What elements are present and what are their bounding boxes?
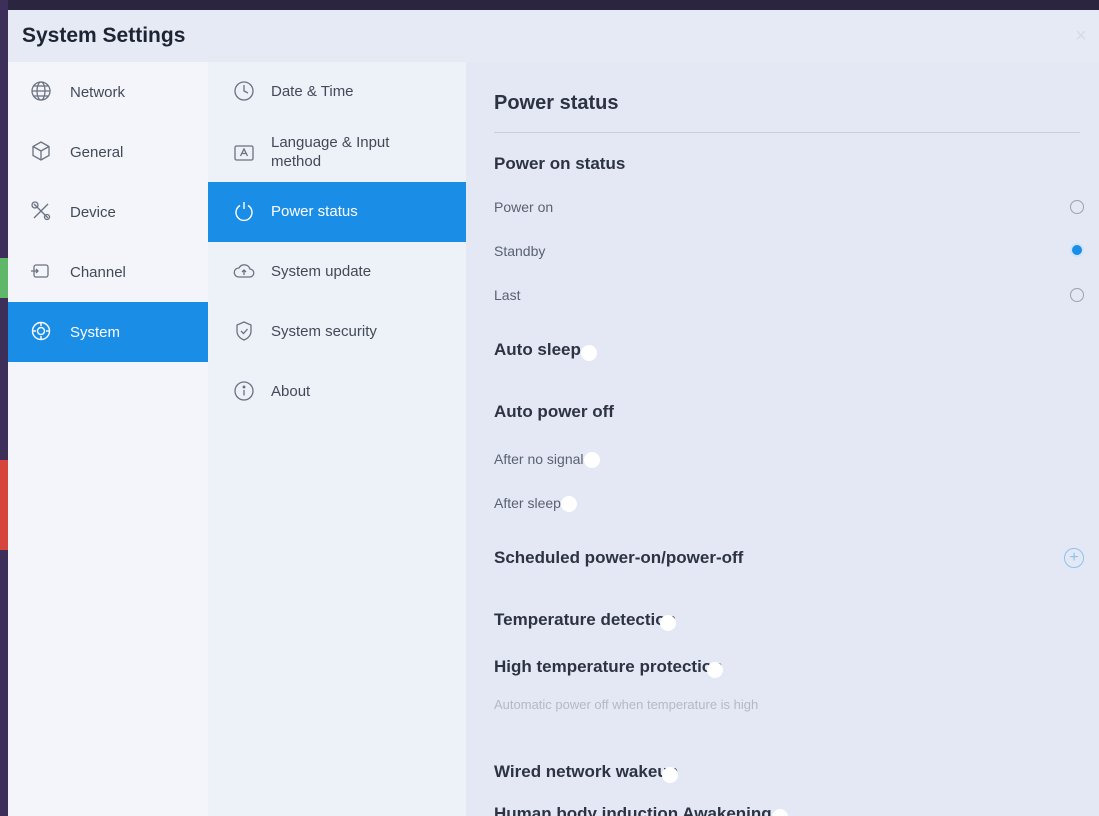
radio-row-standby[interactable]: Standby — [494, 243, 1084, 261]
page-title: Power status — [494, 92, 619, 114]
content-panel: Power status Power on status Power on St… — [466, 62, 1099, 816]
section-heading: Power on status — [494, 154, 626, 173]
power-on-status-header: Power on status — [494, 154, 1084, 174]
setting-label: Temperature detection — [494, 610, 677, 629]
wired-network-wakeup-row: Wired network wakeup — [494, 762, 1084, 782]
setting-label: Wired network wakeup — [494, 762, 679, 781]
cube-icon — [30, 140, 54, 164]
setting-label: Human body induction Awakening — [494, 804, 772, 816]
radio-standby[interactable] — [1072, 245, 1082, 255]
option-label: Power on — [494, 199, 554, 215]
after-sleep-row: After sleep — [494, 495, 1084, 513]
info-icon — [233, 380, 257, 404]
secondary-sidebar: Date & Time Language & Input method Powe… — [208, 62, 466, 816]
high-temp-protection-row: High temperature protection — [494, 657, 1084, 677]
radio-row-power-on[interactable]: Power on — [494, 199, 1084, 217]
shield-icon — [233, 320, 257, 344]
setting-label: After sleep — [494, 495, 561, 511]
scheduled-power-row: Scheduled power-on/power-off + — [494, 548, 1084, 568]
setting-label: High temperature protection — [494, 657, 723, 676]
setting-hint: Automatic power off when temperature is … — [494, 697, 759, 712]
sidebar-item-general[interactable]: General — [8, 122, 208, 182]
submenu-item-date-time[interactable]: Date & Time — [208, 62, 466, 122]
window-title: System Settings — [22, 24, 186, 47]
sidebar-item-label: General — [70, 143, 124, 161]
human-body-induction-row: Human body induction Awakening — [494, 804, 1084, 816]
clock-icon — [233, 80, 257, 104]
radio-last[interactable] — [1070, 288, 1084, 302]
tools-icon — [30, 200, 54, 224]
submenu-item-label: System update — [271, 263, 372, 280]
submenu-item-label: Date & Time — [271, 83, 354, 100]
title-bar: System Settings × — [8, 10, 1099, 62]
sidebar-item-label: Device — [70, 203, 116, 221]
submenu-item-label: Power status — [271, 203, 358, 220]
submenu-item-system-update[interactable]: System update — [208, 242, 466, 302]
desktop-edge — [0, 0, 8, 816]
auto-sleep-row: Auto sleep — [494, 340, 1084, 360]
power-icon — [233, 200, 257, 224]
desktop-edge-green — [0, 258, 8, 298]
sidebar-item-channel[interactable]: Channel — [8, 242, 208, 302]
globe-icon — [30, 80, 54, 104]
auto-power-off-header: Auto power off — [494, 402, 1084, 422]
temperature-detection-row: Temperature detection — [494, 610, 1084, 630]
submenu-item-label: Language & Input — [271, 134, 390, 151]
radio-power-on[interactable] — [1070, 200, 1084, 214]
input-source-icon — [30, 260, 54, 284]
submenu-item-about[interactable]: About — [208, 362, 466, 422]
primary-sidebar: Network General Device Channel System — [8, 62, 208, 816]
setting-label: After no signal — [494, 451, 584, 467]
submenu-item-label: System security — [271, 323, 377, 340]
cloud-upload-icon — [233, 260, 257, 284]
setting-label: Scheduled power-on/power-off — [494, 548, 744, 567]
settings-window: System Settings × Network General Device… — [8, 10, 1099, 816]
sidebar-item-label: Channel — [70, 263, 126, 281]
submenu-item-label: About — [271, 383, 311, 400]
section-heading: Auto power off — [494, 402, 614, 421]
add-schedule-button[interactable]: + — [1064, 548, 1084, 568]
title-divider — [494, 132, 1080, 133]
submenu-item-language[interactable]: Language & Input method — [208, 122, 466, 182]
system-gear-icon — [30, 320, 54, 344]
radio-row-last[interactable]: Last — [494, 287, 1084, 305]
sidebar-item-device[interactable]: Device — [8, 182, 208, 242]
submenu-item-system-security[interactable]: System security — [208, 302, 466, 362]
sidebar-item-label: Network — [70, 83, 126, 101]
option-label: Standby — [494, 243, 546, 259]
submenu-item-label-line2: method — [271, 153, 322, 170]
high-temp-hint-row: Automatic power off when temperature is … — [494, 696, 1084, 714]
setting-label: Auto sleep — [494, 340, 581, 359]
sidebar-item-system[interactable]: System — [8, 302, 208, 362]
sidebar-item-network[interactable]: Network — [8, 62, 208, 122]
sidebar-item-label: System — [70, 323, 121, 341]
submenu-item-power-status[interactable]: Power status — [208, 182, 466, 242]
language-icon — [233, 142, 257, 166]
desktop-edge-red — [0, 460, 8, 550]
after-no-signal-row: After no signal — [494, 451, 1084, 469]
option-label: Last — [494, 287, 521, 303]
close-button[interactable]: × — [1069, 24, 1093, 48]
